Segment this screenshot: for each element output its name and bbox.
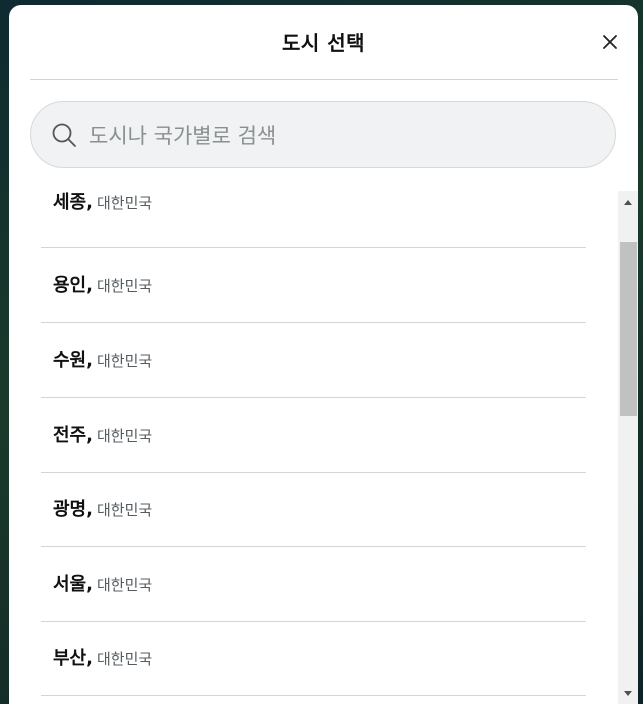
close-icon	[603, 35, 617, 49]
close-button[interactable]	[597, 29, 623, 55]
city-list: 세종, 대한민국 용인, 대한민국 수원, 대한민국 전주, 대한민국 광명, 대한민국	[9, 191, 638, 704]
city-country: 대한민국	[96, 427, 153, 445]
chevron-down-icon	[624, 691, 632, 696]
city-name: 수원,	[53, 350, 93, 371]
city-list-item[interactable]: 서울, 대한민국	[41, 548, 586, 622]
city-list-item[interactable]: 광명, 대한민국	[41, 473, 586, 547]
city-country: 대한민국	[96, 194, 153, 212]
chevron-up-icon	[624, 200, 632, 205]
scroll-down-button[interactable]	[618, 684, 638, 704]
city-list-item[interactable]: 용인, 대한민국	[41, 249, 586, 323]
search-box[interactable]	[30, 101, 616, 168]
city-name: 세종,	[53, 192, 93, 213]
header-divider	[30, 79, 618, 80]
city-country: 대한민국	[96, 501, 153, 519]
search-icon	[52, 123, 76, 147]
city-list-item[interactable]: 전주, 대한민국	[41, 399, 586, 473]
list-scrollbar[interactable]	[618, 191, 638, 704]
city-list-item[interactable]: 부산, 대한민국	[41, 622, 586, 696]
scroll-thumb[interactable]	[620, 242, 637, 416]
scroll-up-button[interactable]	[618, 191, 638, 211]
city-name: 용인,	[53, 275, 93, 296]
city-list-item[interactable]: 수원, 대한민국	[41, 324, 586, 398]
city-country: 대한민국	[96, 650, 153, 668]
city-country: 대한민국	[96, 352, 153, 370]
dialog-title: 도시 선택	[281, 31, 366, 55]
city-name: 부산,	[53, 648, 93, 669]
city-name: 광명,	[53, 499, 93, 520]
search-input[interactable]	[87, 116, 591, 156]
city-select-dialog: 도시 선택 세종,대한민국 용인,대한민국 수원,대한	[9, 5, 638, 704]
city-list-item[interactable]: 세종, 대한민국	[41, 191, 586, 248]
city-country: 대한민국	[96, 277, 153, 295]
city-name: 서울,	[53, 574, 93, 595]
city-name: 전주,	[53, 425, 93, 446]
city-country: 대한민국	[96, 576, 153, 594]
dialog-header: 도시 선택	[9, 5, 638, 79]
